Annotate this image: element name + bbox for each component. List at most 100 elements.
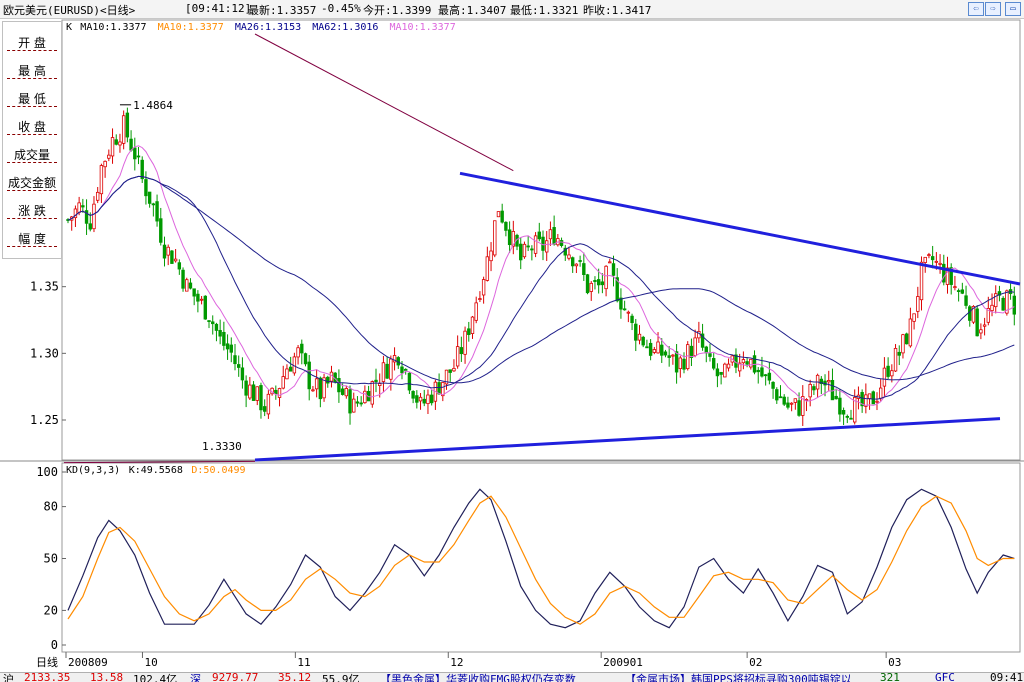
candle-body bbox=[938, 262, 942, 265]
candle-body bbox=[975, 308, 979, 337]
support-extension-line bbox=[63, 460, 256, 464]
candle-body bbox=[381, 362, 386, 382]
candle-body bbox=[630, 315, 634, 324]
side-menu-item-6[interactable]: 涨 跌 bbox=[3, 202, 61, 219]
candle-body bbox=[578, 260, 582, 262]
side-menu-separator bbox=[7, 218, 57, 219]
x-tick-label-1: 10 bbox=[144, 656, 157, 669]
candle-body bbox=[437, 382, 441, 395]
candle-body bbox=[125, 112, 130, 138]
candle-body bbox=[496, 211, 501, 218]
candle-body bbox=[285, 368, 289, 380]
candle-body bbox=[645, 346, 649, 349]
side-menu-item-7[interactable]: 幅 度 bbox=[3, 230, 61, 247]
candle-body bbox=[307, 361, 311, 390]
candle-body bbox=[110, 137, 115, 157]
price-legend-5: MA10:1.3377 bbox=[390, 22, 456, 33]
side-menu-item-1[interactable]: 最 高 bbox=[3, 62, 61, 79]
candle-body bbox=[548, 229, 553, 240]
chart-area: 1.251.301.350205080100200809 10 11 12 200901… bbox=[0, 19, 1024, 669]
candle-body bbox=[385, 363, 389, 379]
candle-body bbox=[229, 344, 233, 353]
candle-body bbox=[155, 201, 159, 222]
candle-body bbox=[834, 395, 838, 400]
candle-body bbox=[626, 311, 631, 314]
candle-body bbox=[455, 346, 460, 367]
candle-body bbox=[1001, 297, 1005, 311]
candle-body bbox=[121, 115, 126, 144]
ma26-line bbox=[67, 175, 1015, 400]
candle-body bbox=[808, 383, 812, 398]
kd-y-tick-label-4: 100 bbox=[36, 465, 58, 479]
candle-body bbox=[871, 391, 875, 405]
candle-body bbox=[326, 376, 330, 384]
candle-body bbox=[841, 409, 846, 415]
candle-body bbox=[567, 254, 571, 259]
kd-y-tick-label-2: 50 bbox=[44, 552, 58, 566]
candle-body bbox=[370, 381, 374, 405]
x-tick-label-3: 12 bbox=[450, 656, 463, 669]
candle-body bbox=[211, 321, 215, 325]
candle-body bbox=[214, 323, 219, 331]
candle-body bbox=[507, 229, 512, 246]
candle-body bbox=[340, 388, 345, 395]
candle-body bbox=[745, 361, 749, 365]
side-menu-item-3[interactable]: 收 盘 bbox=[3, 118, 61, 135]
candle-body bbox=[248, 384, 252, 399]
candle-body bbox=[400, 366, 404, 374]
candle-body bbox=[378, 383, 382, 386]
candle-body bbox=[893, 348, 898, 372]
kd-y-tick-label-1: 20 bbox=[44, 603, 58, 617]
candle-body bbox=[359, 402, 363, 405]
candle-body bbox=[927, 254, 931, 257]
candle-body bbox=[771, 381, 775, 389]
candle-body bbox=[663, 351, 668, 356]
side-menu-item-5[interactable]: 成交金额 bbox=[3, 174, 61, 191]
candle-body bbox=[953, 286, 957, 289]
candle-body bbox=[288, 366, 293, 372]
candle-body bbox=[262, 406, 267, 412]
candle-body bbox=[459, 347, 464, 355]
resistance-extension-line bbox=[254, 33, 514, 172]
candle-body bbox=[303, 353, 308, 365]
candle-body bbox=[611, 263, 616, 276]
candle-body bbox=[103, 160, 107, 168]
support-trendline bbox=[254, 417, 1001, 462]
candle-body bbox=[95, 191, 100, 201]
x-tick-label-4: 200901 bbox=[603, 656, 643, 669]
candle-body bbox=[890, 370, 894, 377]
candle-body bbox=[648, 342, 653, 356]
candle-body bbox=[845, 415, 849, 418]
candle-body bbox=[151, 203, 156, 206]
candle-body bbox=[374, 379, 378, 383]
kd-series-D bbox=[67, 495, 1015, 625]
candle-body bbox=[88, 223, 92, 230]
candle-body bbox=[522, 243, 527, 258]
candle-body bbox=[763, 374, 768, 377]
candle-body bbox=[827, 380, 831, 383]
candle-body bbox=[92, 203, 96, 230]
candle-body bbox=[708, 353, 712, 357]
side-menu-item-0[interactable]: 开 盘 bbox=[3, 34, 61, 51]
candle-body bbox=[552, 227, 556, 245]
candle-body bbox=[489, 250, 493, 262]
candle-body bbox=[136, 155, 141, 158]
side-menu-separator bbox=[7, 106, 57, 107]
candle-body bbox=[418, 396, 423, 402]
candle-body bbox=[314, 378, 319, 390]
candle-body bbox=[964, 295, 968, 306]
candle-body bbox=[686, 344, 690, 370]
candle-body bbox=[533, 235, 538, 254]
candle-body bbox=[756, 369, 760, 373]
candle-body bbox=[530, 248, 534, 251]
candle-body bbox=[244, 380, 248, 396]
side-menu-item-4[interactable]: 成交量 bbox=[3, 146, 61, 163]
ma10-line bbox=[67, 145, 1015, 407]
side-menu-item-2[interactable]: 最 低 bbox=[3, 90, 61, 107]
price-panel-frame bbox=[61, 19, 1021, 461]
candle-body bbox=[426, 394, 430, 405]
side-menu: 开 盘最 高最 低收 盘成交量成交金额涨 跌幅 度 bbox=[2, 21, 62, 259]
candle-body bbox=[979, 329, 983, 334]
candle-body bbox=[259, 385, 263, 411]
candle-body bbox=[574, 263, 579, 267]
